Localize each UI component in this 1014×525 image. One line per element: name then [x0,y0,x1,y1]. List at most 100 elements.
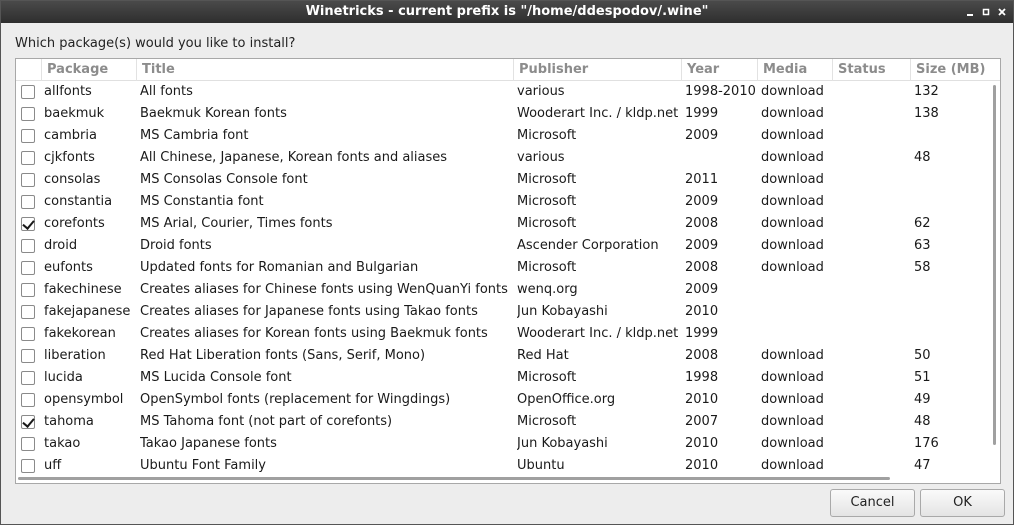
table-row[interactable]: tahoma MS Tahoma font (not part of corefo… [16,411,1000,433]
table-row[interactable]: cjkfonts All Chinese, Japanese, Korean fo… [16,147,1000,169]
cell-publisher: Red Hat [517,348,569,363]
header-media[interactable]: Media [757,59,832,81]
cell-publisher: various [517,84,565,99]
cell-publisher: Ubuntu [517,458,565,473]
cell-status [836,213,910,235]
cell-title: Ubuntu Font Family [140,458,266,473]
vertical-scrollbar-thumb[interactable] [993,85,996,445]
cell-publisher: Microsoft [517,128,577,143]
window-controls [963,1,1009,23]
package-checkbox[interactable] [21,151,35,165]
cell-title: Creates aliases for Chinese fonts using … [140,282,508,297]
cell-status [836,301,910,323]
package-checkbox[interactable] [21,393,35,407]
cell-size: 138 [914,106,939,121]
table-row[interactable]: lucida MS Lucida Console font Microsoft 199… [16,367,1000,389]
header-package[interactable]: Package [41,59,136,81]
table-row[interactable]: constantia MS Constantia font Microsoft 200… [16,191,1000,213]
cell-title: All fonts [140,84,193,99]
package-checkbox[interactable] [21,129,35,143]
cell-title: All Chinese, Japanese, Korean fonts and … [140,150,448,165]
package-checkbox[interactable] [21,261,35,275]
cell-package: tahoma [44,414,94,429]
close-icon[interactable] [995,4,1009,20]
package-checkbox[interactable] [21,327,35,341]
header-publisher[interactable]: Publisher [513,59,681,81]
cell-status [836,147,910,169]
cell-year: 2009 [685,128,719,143]
cell-publisher: Microsoft [517,414,577,429]
cell-package: baekmuk [44,106,105,121]
cell-status [836,81,910,103]
table-row[interactable]: uff Ubuntu Font Family Ubuntu 2010 download 4… [16,455,1000,477]
package-checkbox[interactable] [21,173,35,187]
package-checkbox[interactable] [21,349,35,363]
cell-media [761,323,832,345]
package-checkbox[interactable] [21,437,35,451]
table-row[interactable]: fakejapanese Creates aliases for Japanese… [16,301,1000,323]
horizontal-scrollbar-thumb[interactable] [18,477,890,480]
table-row[interactable]: droid Droid fonts Ascender Corporation 2009… [16,235,1000,257]
package-checkbox[interactable] [21,283,35,297]
cell-media: download [761,392,824,407]
table-row[interactable]: liberation Red Hat Liberation fonts (Sans… [16,345,1000,367]
cell-media: download [761,172,824,187]
header-title[interactable]: Title [136,59,513,81]
cell-year: 2009 [685,194,719,209]
table-row[interactable]: consolas MS Consolas Console font Microsof… [16,169,1000,191]
table-row[interactable]: opensymbol OpenSymbol fonts (replacement … [16,389,1000,411]
package-list[interactable]: Package Title Publisher Year Media Statu… [15,58,1001,484]
package-checkbox[interactable] [21,459,35,473]
cell-package: constantia [44,194,113,209]
table-row[interactable]: baekmuk Baekmuk Korean fonts Wooderart Inc… [16,103,1000,125]
header-status[interactable]: Status [832,59,910,81]
table-row[interactable]: eufonts Updated fonts for Romanian and Bu… [16,257,1000,279]
cell-publisher: Ascender Corporation [517,238,659,253]
cancel-button[interactable]: Cancel [830,489,915,517]
cell-package: takao [44,436,81,451]
header-year[interactable]: Year [681,59,757,81]
ok-button[interactable]: OK [920,489,1005,517]
cell-media [761,279,832,301]
package-checkbox[interactable] [21,305,35,319]
cell-media: download [761,150,824,165]
maximize-icon[interactable] [979,4,993,20]
minimize-icon[interactable] [963,4,977,20]
cell-size: 49 [914,392,931,407]
cell-year: 1999 [685,106,719,121]
cell-size: 63 [914,238,931,253]
cell-title: MS Lucida Console font [140,370,292,385]
cell-size [914,191,1000,213]
title-bar[interactable]: Winetricks - current prefix is "/home/dd… [1,1,1013,23]
cell-publisher: Wooderart Inc. / kldp.net [517,106,679,121]
horizontal-scrollbar[interactable] [18,477,978,481]
cell-package: eufonts [44,260,93,275]
cell-year: 2009 [685,238,719,253]
cell-package: lucida [44,370,83,385]
cell-package: liberation [44,348,106,363]
header-size[interactable]: Size (MB) [910,59,1000,81]
column-headers: Package Title Publisher Year Media Statu… [16,59,1000,81]
cell-year: 1999 [685,326,719,341]
package-checkbox[interactable] [21,415,35,429]
cell-size [914,125,1000,147]
table-row[interactable]: fakechinese Creates aliases for Chinese f… [16,279,1000,301]
table-row[interactable]: fakekorean Creates aliases for Korean fon… [16,323,1000,345]
cell-year: 2010 [685,304,719,319]
table-row[interactable]: cambria MS Cambria font Microsoft 2009 downl… [16,125,1000,147]
table-row[interactable]: takao Takao Japanese fonts Jun Kobayashi 20… [16,433,1000,455]
package-checkbox[interactable] [21,217,35,231]
vertical-scrollbar[interactable] [993,83,998,471]
cell-package: cambria [44,128,97,143]
table-row[interactable]: corefonts MS Arial, Courier, Times fonts M… [16,213,1000,235]
package-checkbox[interactable] [21,371,35,385]
package-checkbox[interactable] [21,107,35,121]
package-checkbox[interactable] [21,239,35,253]
package-checkbox[interactable] [21,85,35,99]
header-checkbox-column[interactable] [16,59,41,81]
cell-title: Updated fonts for Romanian and Bulgarian [140,260,419,275]
cell-year: 2008 [685,216,719,231]
cell-title: Droid fonts [140,238,212,253]
package-checkbox[interactable] [21,195,35,209]
table-row[interactable]: allfonts All fonts various 1998-2010 downloa… [16,81,1000,103]
